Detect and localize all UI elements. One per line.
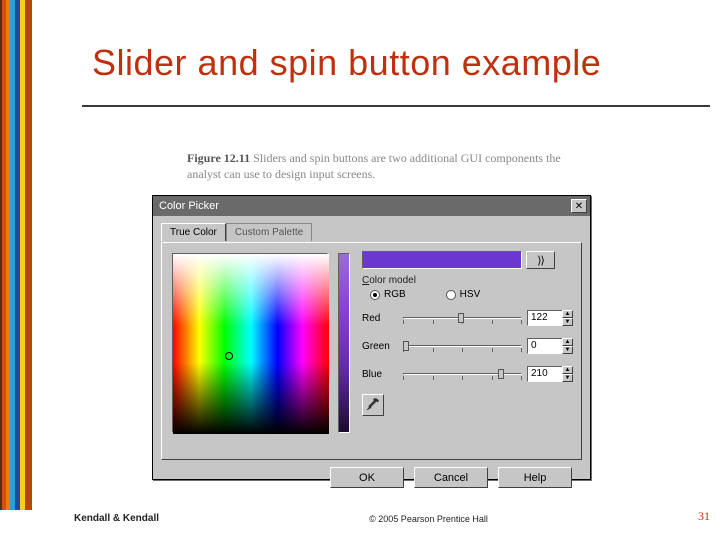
title-underline <box>82 105 710 107</box>
dialog-title-text: Color Picker <box>159 200 219 212</box>
red-spin-down-icon[interactable]: ▼ <box>562 318 573 326</box>
blue-spin-up-icon[interactable]: ▲ <box>562 366 573 374</box>
blue-spin-down-icon[interactable]: ▼ <box>562 374 573 382</box>
slide-title: Slider and spin button example <box>92 42 601 84</box>
radio-hsv-dot-icon <box>446 290 456 300</box>
green-spin-down-icon[interactable]: ▼ <box>562 346 573 354</box>
ok-button[interactable]: OK <box>330 467 404 488</box>
red-value[interactable]: 122 <box>527 310 562 326</box>
color-spectrum[interactable] <box>172 253 328 433</box>
add-color-button[interactable]: ⟩⟩ <box>526 251 555 269</box>
current-color-swatch <box>362 251 522 269</box>
saturation-bar[interactable] <box>338 253 350 433</box>
slide-footer: Kendall & Kendall © 2005 Pearson Prentic… <box>74 509 710 524</box>
red-spin-up-icon[interactable]: ▲ <box>562 310 573 318</box>
green-value[interactable]: 0 <box>527 338 562 354</box>
footer-copyright: © 2005 Pearson Prentice Hall <box>159 514 698 524</box>
true-color-panel: ⟩⟩ Color model RGB HSV <box>161 242 582 460</box>
figure-caption: Figure 12.11 Sliders and spin buttons ar… <box>187 150 577 182</box>
eyedropper-icon <box>366 398 380 412</box>
radio-rgb-label: RGB <box>384 289 406 300</box>
color-model-label: Color model <box>362 275 573 286</box>
tab-strip: True Color Custom Palette <box>161 222 582 240</box>
red-label: Red <box>362 313 398 324</box>
dialog-button-row: OK Cancel Help <box>161 460 582 488</box>
tab-true-color[interactable]: True Color <box>161 223 226 241</box>
red-slider[interactable] <box>403 312 522 324</box>
blue-slider[interactable] <box>403 368 522 380</box>
green-spin-up-icon[interactable]: ▲ <box>562 338 573 346</box>
radio-hsv[interactable]: HSV <box>446 289 481 300</box>
color-model-group: RGB HSV <box>370 289 573 300</box>
page-number: 31 <box>698 509 710 524</box>
cancel-button[interactable]: Cancel <box>414 467 488 488</box>
slide-area: Slider and spin button example Figure 12… <box>32 0 720 540</box>
red-spin[interactable]: 122 ▲ ▼ <box>527 310 573 326</box>
dialog-titlebar[interactable]: Color Picker ✕ <box>153 196 590 216</box>
blue-spin[interactable]: 210 ▲ ▼ <box>527 366 573 382</box>
blue-value[interactable]: 210 <box>527 366 562 382</box>
tab-custom-palette[interactable]: Custom Palette <box>226 223 312 241</box>
blue-row: Blue 210 ▲ ▼ <box>362 366 573 382</box>
decorative-left-stripe <box>0 0 32 510</box>
radio-rgb-dot-icon <box>370 290 380 300</box>
spectrum-cursor-icon[interactable] <box>225 352 233 360</box>
green-slider[interactable] <box>403 340 522 352</box>
color-picker-dialog: Color Picker ✕ True Color Custom Palette <box>152 195 591 480</box>
footer-byline: Kendall & Kendall <box>74 513 159 524</box>
figure-number: Figure 12.11 <box>187 151 250 165</box>
radio-hsv-label: HSV <box>460 289 481 300</box>
radio-rgb[interactable]: RGB <box>370 289 406 300</box>
red-row: Red 122 ▲ ▼ <box>362 310 573 326</box>
green-label: Green <box>362 341 398 352</box>
close-icon[interactable]: ✕ <box>571 199 587 213</box>
help-button[interactable]: Help <box>498 467 572 488</box>
blue-label: Blue <box>362 369 398 380</box>
green-spin[interactable]: 0 ▲ ▼ <box>527 338 573 354</box>
eyedropper-button[interactable] <box>362 394 384 416</box>
green-row: Green 0 ▲ ▼ <box>362 338 573 354</box>
